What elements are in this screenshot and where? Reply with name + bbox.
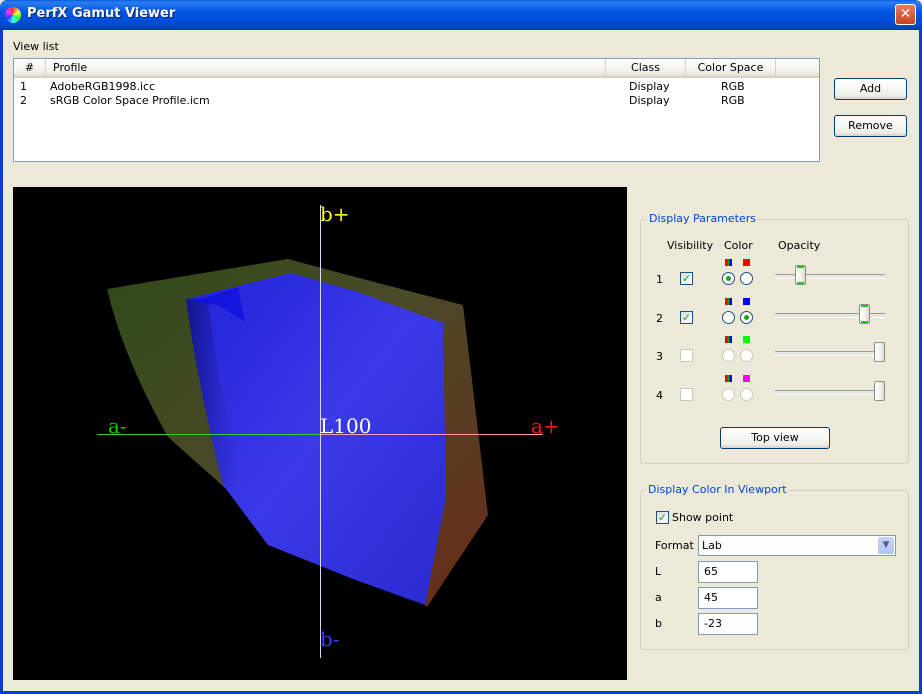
row-number: 1 (20, 80, 27, 93)
rgb-color-swatch (725, 298, 732, 305)
list-item[interactable]: 2 sRGB Color Space Profile.icm Display R… (14, 94, 819, 108)
b-field-label: b (655, 617, 662, 630)
visibility-checkbox[interactable]: ✓ (680, 311, 693, 324)
opacity-slider-track[interactable] (775, 390, 885, 395)
solid-color-swatch (743, 375, 750, 382)
profile-color-radio[interactable] (722, 272, 735, 285)
column-header-color-space[interactable]: Color Space (686, 59, 776, 76)
solid-color-swatch (743, 259, 750, 266)
top-view-button[interactable]: Top view (720, 427, 830, 449)
chevron-down-icon[interactable]: ▼ (878, 537, 894, 554)
solid-color-swatch (743, 336, 750, 343)
solid-color-swatch (743, 298, 750, 305)
rgb-color-swatch (725, 336, 732, 343)
row-class: Display (629, 80, 670, 93)
list-item[interactable]: 1 AdobeRGB1998.icc Display RGB (14, 80, 819, 94)
opacity-slider-track[interactable] (775, 274, 885, 279)
opacity-slider-thumb[interactable] (874, 342, 885, 362)
visibility-checkbox[interactable]: ✓ (680, 272, 693, 285)
opacity-slider-thumb[interactable] (859, 304, 870, 324)
row-number-label: 4 (656, 389, 663, 402)
profile-color-radio[interactable] (722, 388, 735, 401)
a-plus-label: a+ (531, 414, 560, 438)
solid-color-radio[interactable] (740, 272, 753, 285)
row-number-label: 2 (656, 312, 663, 325)
solid-color-radio[interactable] (740, 388, 753, 401)
opacity-header: Opacity (778, 239, 821, 252)
row-number-label: 3 (656, 350, 663, 363)
profile-list[interactable]: # Profile Class Color Space 1 AdobeRGB19… (13, 58, 820, 162)
row-class: Display (629, 94, 670, 107)
row-number-label: 1 (656, 273, 663, 286)
lightness-label: L100 (320, 414, 372, 438)
column-header-num[interactable]: # (14, 59, 46, 76)
a-value-input[interactable]: 45 (698, 587, 758, 609)
solid-color-radio[interactable] (740, 349, 753, 362)
a-minus-axis-line (97, 434, 320, 435)
gamut-viewport[interactable]: b+ b- a- a+ L100 (13, 187, 627, 680)
show-point-label: Show point (672, 511, 734, 524)
format-value: Lab (702, 539, 722, 552)
opacity-slider-thumb[interactable] (795, 265, 806, 285)
window-title: PerfX Gamut Viewer (27, 6, 176, 21)
remove-button[interactable]: Remove (834, 115, 907, 137)
l-field-label: L (655, 565, 662, 578)
view-list-label: View list (13, 40, 59, 53)
row-color-space: RGB (721, 94, 745, 107)
column-header-profile[interactable]: Profile (46, 59, 606, 76)
b-value-input[interactable]: -23 (698, 613, 758, 635)
a-minus-label: a- (108, 414, 127, 438)
solid-color-radio[interactable] (740, 311, 753, 324)
visibility-checkbox[interactable] (680, 388, 693, 401)
profile-color-radio[interactable] (722, 349, 735, 362)
row-profile: sRGB Color Space Profile.icm (50, 94, 210, 107)
add-button[interactable]: Add (834, 78, 907, 100)
display-parameters-title: Display Parameters (647, 212, 759, 225)
row-number: 2 (20, 94, 27, 107)
color-header: Color (724, 239, 753, 252)
format-select[interactable]: Lab ▼ (698, 535, 896, 556)
rgb-color-swatch (725, 375, 732, 382)
a-field-label: a (655, 591, 662, 604)
list-header: # Profile Class Color Space (14, 59, 819, 78)
b-plus-label: b+ (320, 202, 350, 226)
column-header-class[interactable]: Class (606, 59, 686, 76)
format-label: Format (655, 539, 694, 552)
b-minus-label: b- (320, 627, 340, 651)
display-color-title: Display Color In Viewport (646, 483, 789, 496)
visibility-header: Visibility (667, 239, 714, 252)
window-frame-left (0, 30, 3, 694)
visibility-checkbox[interactable] (680, 349, 693, 362)
title-bar: PerfX Gamut Viewer ✕ (0, 0, 922, 30)
app-icon (5, 7, 21, 23)
rgb-color-swatch (725, 259, 732, 266)
opacity-slider-track[interactable] (775, 351, 885, 356)
close-button[interactable]: ✕ (895, 4, 916, 25)
row-profile: AdobeRGB1998.icc (50, 80, 156, 93)
row-color-space: RGB (721, 80, 745, 93)
l-value-input[interactable]: 65 (698, 561, 758, 583)
opacity-slider-thumb[interactable] (874, 381, 885, 401)
show-point-checkbox[interactable]: ✓ (656, 511, 669, 524)
profile-color-radio[interactable] (722, 311, 735, 324)
